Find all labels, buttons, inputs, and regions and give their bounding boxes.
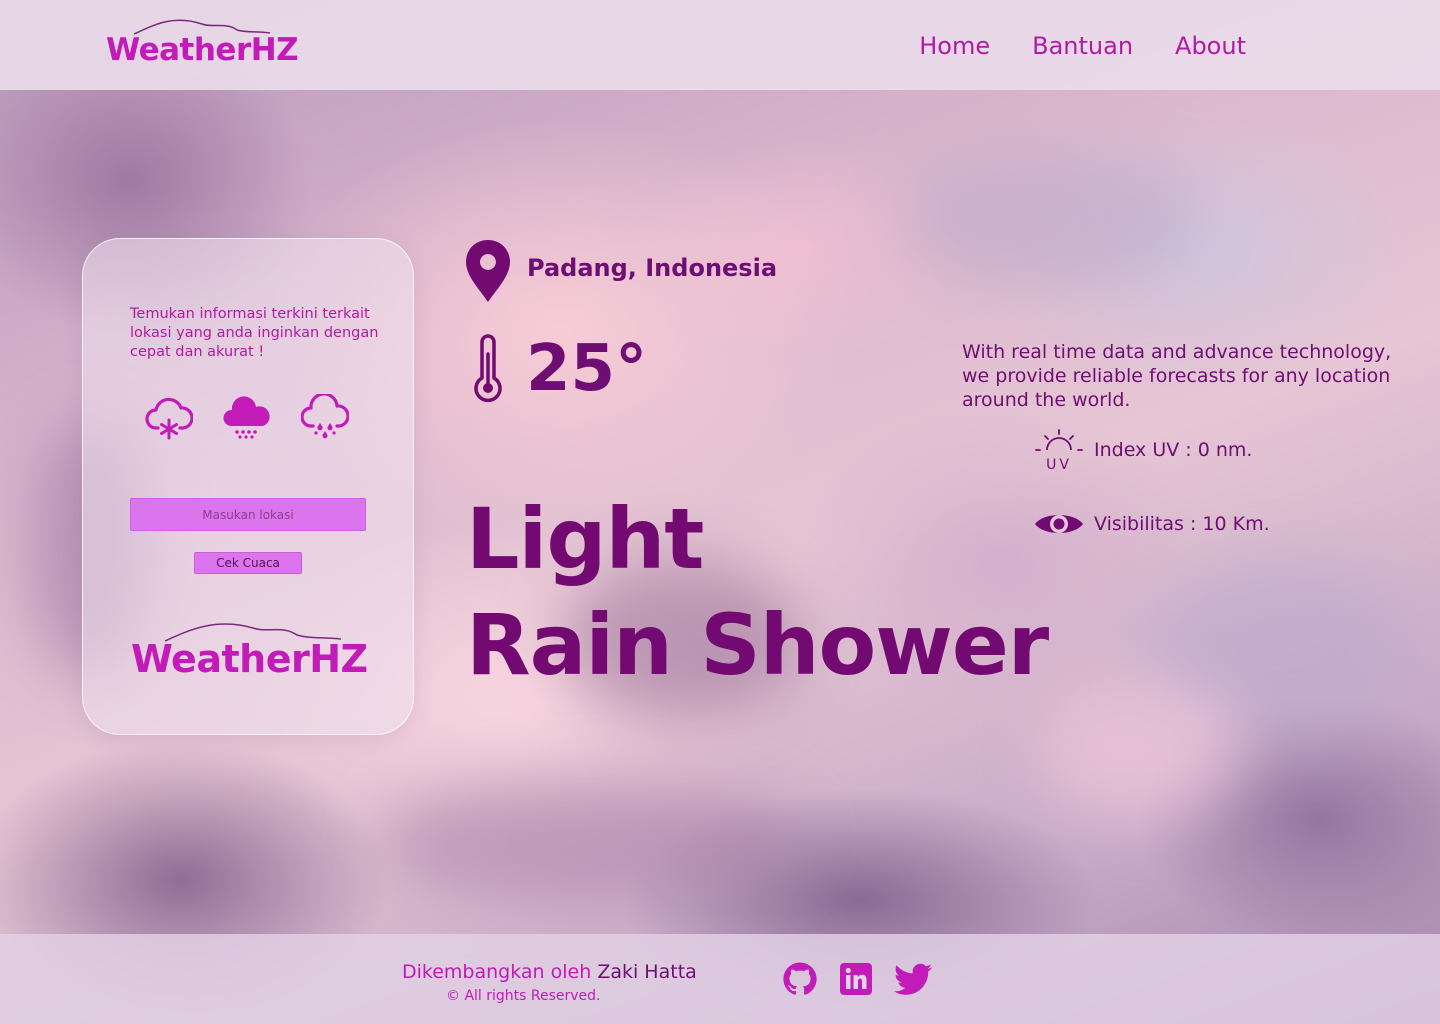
tagline: With real time data and advance technolo… — [962, 341, 1392, 411]
location-input[interactable] — [130, 498, 366, 531]
card-logo: WeatherHZ — [131, 619, 371, 689]
credit-text: Dikembangkan oleh Zaki Hatta — [402, 961, 697, 983]
location-pin-icon — [466, 240, 510, 302]
sleet-cloud-icon — [301, 394, 349, 439]
location-name: Padang, Indonesia — [527, 254, 778, 282]
logo-text: WeatherHZ — [106, 32, 299, 68]
copyright-text: © All rights Reserved. — [446, 988, 601, 1004]
credit-prefix: Dikembangkan oleh — [402, 961, 592, 983]
location-row: Padang, Indonesia — [464, 238, 777, 304]
header: WeatherHZ Home Bantuan About — [0, 0, 1440, 90]
visibility-text: Visibilitas : 10 Km. — [1094, 513, 1270, 535]
logo-text: WeatherHZ — [131, 637, 368, 681]
thermometer-icon — [474, 334, 502, 403]
uv-sun-icon: UV — [1035, 429, 1083, 472]
footer: Dikembangkan oleh Zaki Hatta © All right… — [0, 934, 1440, 1024]
uv-index-text: Index UV : 0 nm. — [1094, 439, 1253, 461]
condition-line-2: Rain Shower — [466, 596, 1049, 694]
twitter-icon[interactable] — [894, 961, 934, 997]
eye-icon — [1035, 515, 1083, 533]
check-weather-button[interactable]: Cek Cuaca — [194, 552, 302, 574]
weather-condition: Light Rain Shower — [466, 486, 1086, 698]
condition-line-1: Light — [466, 490, 704, 588]
github-icon[interactable] — [782, 961, 818, 997]
social-links — [782, 961, 934, 997]
search-card: Temukan informasi terkini terkait lokasi… — [82, 238, 414, 735]
weather-icons — [145, 394, 349, 444]
snow-cloud-icon — [145, 397, 193, 440]
cloud-highlight — [1040, 680, 1240, 820]
card-description: Temukan informasi terkini terkait lokasi… — [130, 306, 379, 360]
nav-bantuan[interactable]: Bantuan — [1032, 34, 1133, 58]
cloud-shadow — [900, 150, 1200, 290]
linkedin-icon[interactable] — [838, 961, 874, 997]
nav-about[interactable]: About — [1175, 34, 1246, 58]
visibility-row: Visibilitas : 10 Km. — [1034, 502, 1270, 546]
uv-icon-label: UV — [1046, 457, 1072, 472]
main-nav: Home Bantuan About — [919, 34, 1246, 58]
credit-author: Zaki Hatta — [597, 961, 697, 983]
nav-home[interactable]: Home — [919, 34, 990, 58]
cloud-shadow — [380, 780, 800, 900]
temperature-row: 25° — [470, 334, 647, 404]
uv-index-row: UV Index UV : 0 nm. — [1034, 428, 1252, 472]
rain-cloud-icon — [223, 396, 270, 439]
header-logo[interactable]: WeatherHZ — [106, 16, 299, 76]
temperature-value: 25° — [526, 332, 648, 406]
